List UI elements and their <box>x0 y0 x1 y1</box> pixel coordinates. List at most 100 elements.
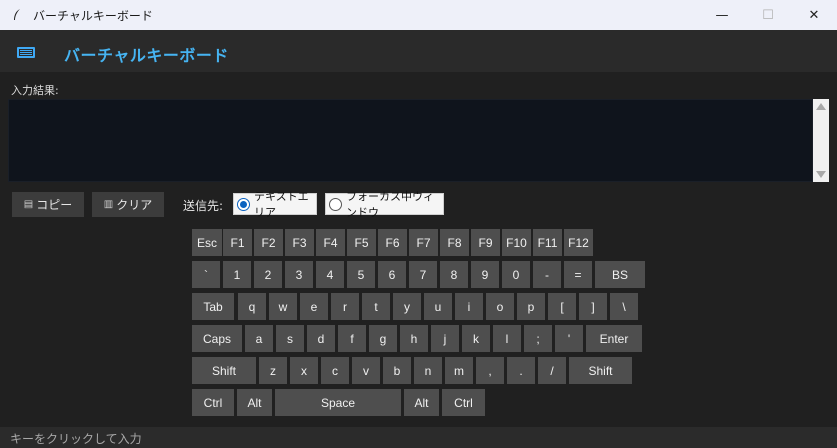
key-j[interactable]: j <box>431 325 459 352</box>
send-to-label: 送信先: <box>183 199 224 213</box>
key-r[interactable]: r <box>331 293 359 320</box>
key-period[interactable]: . <box>507 357 535 384</box>
key-left-bracket[interactable]: [ <box>548 293 576 320</box>
key-a[interactable]: a <box>245 325 273 352</box>
key-caps[interactable]: Caps <box>192 325 242 352</box>
copy-button[interactable]: ▤ コピー <box>12 192 84 217</box>
key-f11[interactable]: F11 <box>533 229 562 256</box>
feather-icon <box>14 9 20 20</box>
key-f10[interactable]: F10 <box>502 229 531 256</box>
key-f1[interactable]: F1 <box>223 229 252 256</box>
key-shift-left[interactable]: Shift <box>192 357 256 384</box>
key-f9[interactable]: F9 <box>471 229 500 256</box>
key-y[interactable]: y <box>393 293 421 320</box>
key-right-bracket[interactable]: ] <box>579 293 607 320</box>
key-w[interactable]: w <box>269 293 297 320</box>
key-x[interactable]: x <box>290 357 318 384</box>
key-f8[interactable]: F8 <box>440 229 469 256</box>
key-5[interactable]: 5 <box>347 261 375 288</box>
key-tab[interactable]: Tab <box>192 293 234 320</box>
key-n[interactable]: n <box>414 357 442 384</box>
radio-selected-icon <box>237 197 250 211</box>
key-backtick[interactable]: ` <box>192 261 220 288</box>
key-c[interactable]: c <box>321 357 349 384</box>
copy-label: コピー <box>36 198 73 212</box>
radio-text-area[interactable]: テキストエリア <box>233 190 317 219</box>
window-title: バーチャルキーボード <box>33 9 153 23</box>
app-header: バーチャルキーボード <box>0 30 837 72</box>
key-f4[interactable]: F4 <box>316 229 345 256</box>
key-t[interactable]: t <box>362 293 390 320</box>
key-f7[interactable]: F7 <box>409 229 438 256</box>
key-alt-left[interactable]: Alt <box>237 389 272 416</box>
key-ctrl-right[interactable]: Ctrl <box>442 389 485 416</box>
key-f2[interactable]: F2 <box>254 229 283 256</box>
key-shift-right[interactable]: Shift <box>569 357 632 384</box>
key-u[interactable]: u <box>424 293 452 320</box>
key-k[interactable]: k <box>462 325 490 352</box>
key-m[interactable]: m <box>445 357 473 384</box>
key-0[interactable]: 0 <box>502 261 530 288</box>
key-ctrl-left[interactable]: Ctrl <box>192 389 234 416</box>
key-esc[interactable]: Esc <box>192 229 222 256</box>
key-h[interactable]: h <box>400 325 428 352</box>
key-minus[interactable]: - <box>533 261 561 288</box>
key-g[interactable]: g <box>369 325 397 352</box>
radio-focus-window-label: フォーカス中ウィンドウ <box>346 190 434 219</box>
radio-unselected-icon <box>329 197 342 211</box>
close-button[interactable]: ✕ <box>791 0 837 30</box>
key-9[interactable]: 9 <box>471 261 499 288</box>
clear-button[interactable]: ▥ クリア <box>92 192 164 217</box>
radio-focus-window[interactable]: フォーカス中ウィンドウ <box>325 190 444 219</box>
key-l[interactable]: l <box>493 325 521 352</box>
key-f3[interactable]: F3 <box>285 229 314 256</box>
maximize-button[interactable]: ☐ <box>745 0 791 30</box>
page-title: バーチャルキーボード <box>64 46 229 65</box>
status-text: キーをクリックして入力 <box>10 432 142 446</box>
status-bar: キーをクリックして入力 <box>0 427 837 448</box>
key-o[interactable]: o <box>486 293 514 320</box>
key-q[interactable]: q <box>238 293 266 320</box>
key-equals[interactable]: = <box>564 261 592 288</box>
key-alt-right[interactable]: Alt <box>404 389 439 416</box>
key-v[interactable]: v <box>352 357 380 384</box>
clear-label: クリア <box>116 198 153 212</box>
output-textarea[interactable] <box>8 99 813 182</box>
key-1[interactable]: 1 <box>223 261 251 288</box>
key-e[interactable]: e <box>300 293 328 320</box>
key-b[interactable]: b <box>383 357 411 384</box>
key-2[interactable]: 2 <box>254 261 282 288</box>
radio-text-area-label: テキストエリア <box>254 190 309 219</box>
key-i[interactable]: i <box>455 293 483 320</box>
key-7[interactable]: 7 <box>409 261 437 288</box>
title-bar: バーチャルキーボード — ☐ ✕ <box>0 0 837 30</box>
key-d[interactable]: d <box>307 325 335 352</box>
clipboard-icon: ▤ <box>23 199 34 210</box>
key-semicolon[interactable]: ; <box>524 325 552 352</box>
key-z[interactable]: z <box>259 357 287 384</box>
key-slash[interactable]: / <box>538 357 566 384</box>
minimize-button[interactable]: — <box>699 0 745 30</box>
key-f5[interactable]: F5 <box>347 229 376 256</box>
key-s[interactable]: s <box>276 325 304 352</box>
scroll-up-icon[interactable] <box>816 103 826 110</box>
key-quote[interactable]: ' <box>555 325 583 352</box>
key-6[interactable]: 6 <box>378 261 406 288</box>
key-backslash[interactable]: \ <box>610 293 638 320</box>
output-label: 入力結果: <box>11 84 59 97</box>
key-comma[interactable]: , <box>476 357 504 384</box>
key-8[interactable]: 8 <box>440 261 468 288</box>
key-enter[interactable]: Enter <box>586 325 642 352</box>
key-backspace[interactable]: BS <box>595 261 645 288</box>
key-3[interactable]: 3 <box>285 261 313 288</box>
scroll-down-icon[interactable] <box>816 171 826 178</box>
key-p[interactable]: p <box>517 293 545 320</box>
key-4[interactable]: 4 <box>316 261 344 288</box>
key-f6[interactable]: F6 <box>378 229 407 256</box>
output-scrollbar[interactable] <box>813 99 829 182</box>
keyboard-icon <box>17 47 35 58</box>
key-f[interactable]: f <box>338 325 366 352</box>
trash-icon: ▥ <box>103 199 114 210</box>
key-space[interactable]: Space <box>275 389 401 416</box>
key-f12[interactable]: F12 <box>564 229 593 256</box>
